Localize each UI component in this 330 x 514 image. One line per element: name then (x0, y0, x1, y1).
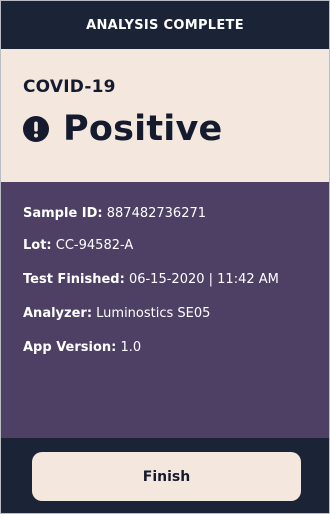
detail-value: 887482736271 (106, 206, 207, 221)
finish-button[interactable]: Finish (32, 452, 301, 501)
test-name: COVID-19 (23, 77, 116, 97)
result-row: Positive (23, 109, 222, 149)
header-bar: ANALYSIS COMPLETE (1, 1, 329, 49)
detail-app-version: App Version: 1.0 (23, 340, 141, 355)
detail-analyzer: Analyzer: Luminostics SE05 (23, 306, 210, 321)
detail-label: Sample ID: (23, 206, 103, 221)
detail-value: 1.0 (120, 340, 142, 355)
analysis-screen: ANALYSIS COMPLETE COVID-19 Positive Samp… (0, 0, 330, 514)
detail-value: CC-94582-A (55, 238, 134, 253)
footer-bar: Finish (1, 438, 329, 513)
details-panel: Sample ID: 887482736271 Lot: CC-94582-A … (1, 182, 329, 438)
detail-label: Test Finished: (23, 272, 125, 287)
detail-label: App Version: (23, 340, 117, 355)
header-title: ANALYSIS COMPLETE (86, 17, 244, 33)
detail-sample-id: Sample ID: 887482736271 (23, 206, 206, 221)
exclamation-circle-icon (23, 116, 49, 142)
result-panel: COVID-19 Positive (1, 49, 329, 182)
detail-test-finished: Test Finished: 06-15-2020 | 11:42 AM (23, 272, 279, 287)
detail-value: 06-15-2020 | 11:42 AM (128, 272, 279, 287)
detail-lot: Lot: CC-94582-A (23, 238, 133, 253)
detail-label: Analyzer: (23, 306, 93, 321)
result-status: Positive (63, 109, 223, 149)
detail-label: Lot: (23, 238, 52, 253)
detail-value: Luminostics SE05 (96, 306, 211, 321)
